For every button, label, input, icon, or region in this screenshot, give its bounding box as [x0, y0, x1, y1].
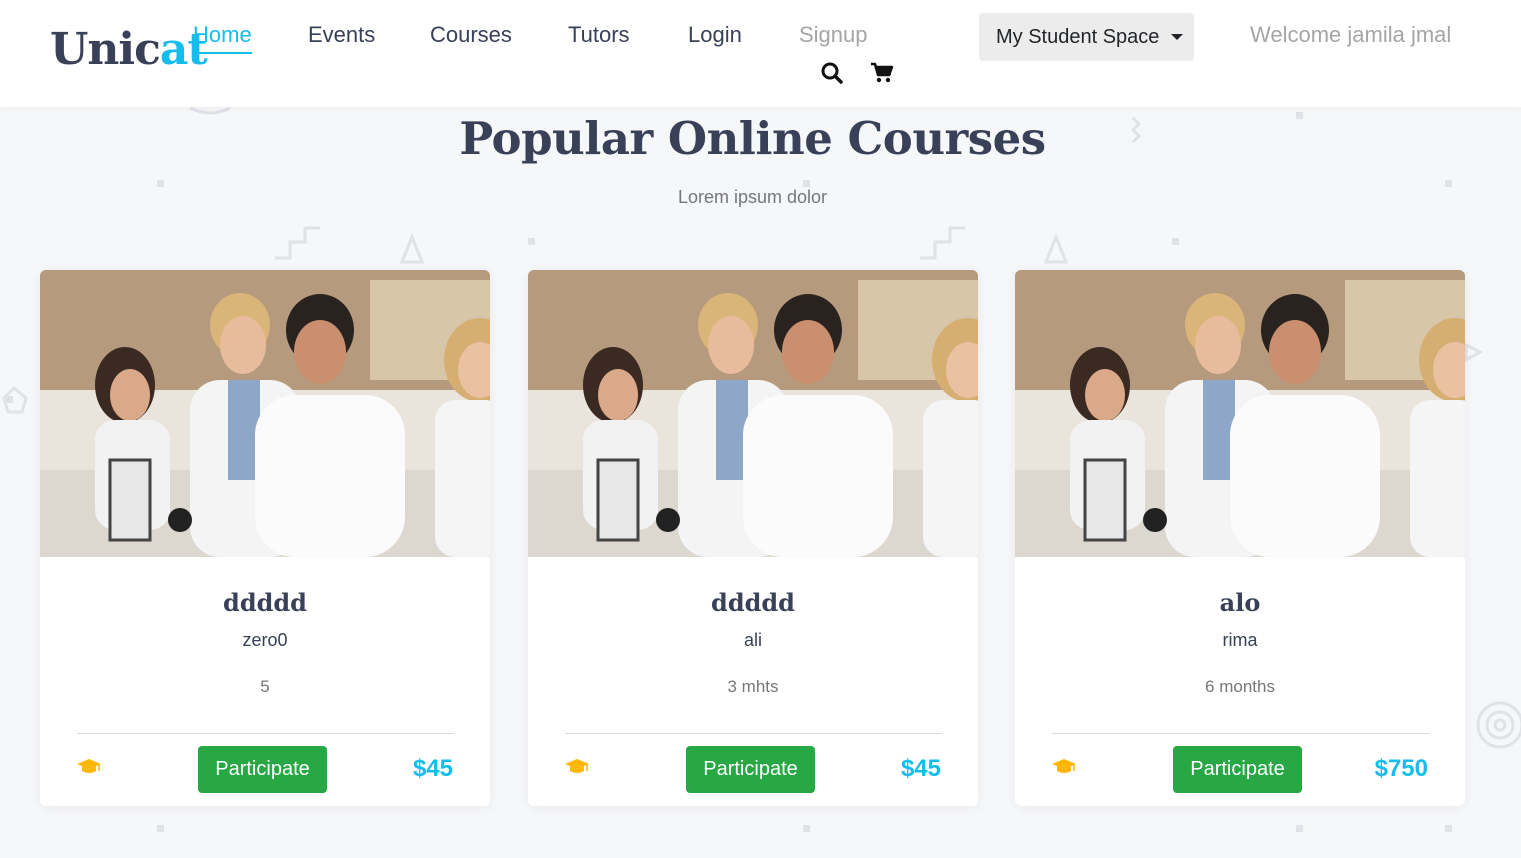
course-price: $750 — [1374, 755, 1428, 782]
welcome-text: Welcome jamila jmal — [1250, 22, 1452, 47]
participate-button[interactable]: Participate — [1173, 746, 1302, 793]
course-duration: 3 mhts — [727, 677, 779, 696]
course-teacher: zero0 — [242, 630, 288, 650]
cart-icon[interactable] — [870, 62, 894, 89]
nav-home[interactable]: Home — [193, 21, 252, 54]
card-divider — [565, 733, 942, 734]
course-card: ddddd ali 3 mhts Participate $45 — [528, 270, 978, 806]
participate-button[interactable]: Participate — [686, 746, 815, 793]
course-image[interactable] — [1015, 270, 1465, 557]
graduation-cap-icon — [77, 759, 101, 780]
participate-button[interactable]: Participate — [198, 746, 327, 793]
nav-events[interactable]: Events — [308, 21, 375, 49]
site-logo[interactable]: Unicat — [50, 24, 208, 76]
card-divider — [77, 733, 454, 734]
course-title[interactable]: ddddd — [528, 588, 978, 617]
course-price: $45 — [900, 755, 941, 782]
caret-down-icon — [1171, 34, 1184, 40]
course-duration: 5 — [260, 677, 270, 696]
course-image[interactable] — [528, 270, 978, 557]
section-title: Popular Online Courses — [459, 112, 1046, 165]
course-price: $45 — [412, 755, 453, 782]
course-image[interactable] — [40, 270, 490, 557]
course-teacher: rima — [1222, 630, 1258, 650]
card-divider — [1052, 733, 1429, 734]
logo-text-part1: Unic — [50, 24, 161, 75]
course-title[interactable]: ddddd — [40, 588, 490, 617]
course-duration: 6 months — [1205, 677, 1275, 696]
course-card: ddddd zero0 5 Participate $45 — [40, 270, 490, 806]
course-card: alo rima 6 months Participate $750 — [1015, 270, 1465, 806]
nav-courses[interactable]: Courses — [430, 21, 512, 49]
course-teacher: ali — [743, 630, 762, 650]
nav-tutors[interactable]: Tutors — [568, 21, 630, 49]
nav-signup[interactable]: Signup — [799, 21, 868, 49]
graduation-cap-icon — [565, 759, 589, 780]
student-space-dropdown[interactable]: My Student Space — [979, 13, 1194, 61]
dropdown-label: My Student Space — [996, 25, 1160, 48]
search-icon[interactable] — [820, 61, 844, 90]
nav-login[interactable]: Login — [688, 21, 742, 49]
graduation-cap-icon — [1052, 759, 1076, 780]
course-title[interactable]: alo — [1015, 588, 1465, 617]
section-subtitle: Lorem ipsum dolor — [677, 187, 828, 207]
site-header: Unicat Home Events Courses Tutors Login … — [0, 0, 1521, 107]
